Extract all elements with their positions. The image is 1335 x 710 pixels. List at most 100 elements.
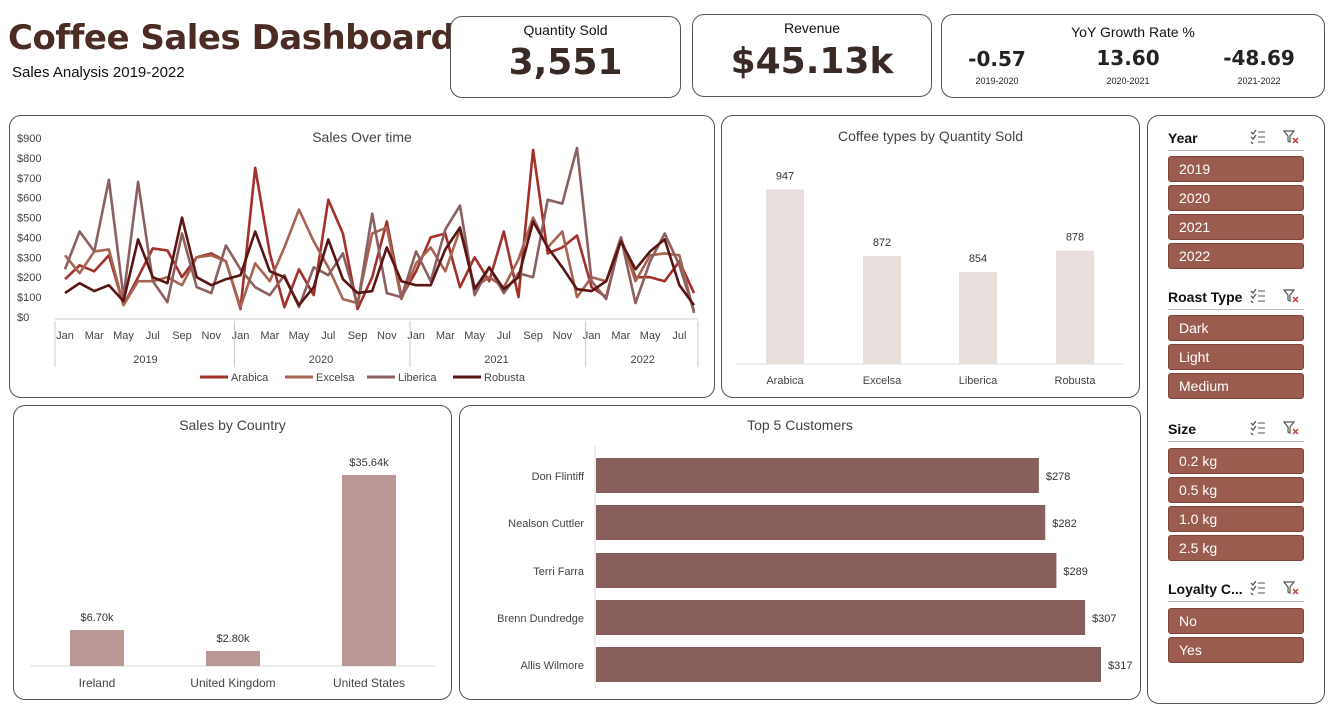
data-label: $282 [1052, 518, 1076, 530]
y-tick-label: $0 [17, 312, 29, 324]
slicer-size-0-5[interactable]: 0.5 kg [1168, 477, 1304, 503]
slicer-size-1-0[interactable]: 1.0 kg [1168, 506, 1304, 532]
kpi-revenue-card: Revenue $45.13k [692, 14, 932, 97]
data-label: $35.64k [349, 457, 389, 469]
slicer-year-2019[interactable]: 2019 [1168, 156, 1304, 182]
slicer-roast-light[interactable]: Light [1168, 344, 1304, 370]
kpi-revenue-value: $45.13k [730, 41, 894, 82]
x-tick-label: May [464, 330, 485, 342]
yoy-value-1: -0.57 [968, 47, 1026, 71]
slicer-year-2021[interactable]: 2021 [1168, 214, 1304, 240]
y-tick-label: $200 [17, 272, 41, 284]
data-label: 872 [873, 237, 891, 249]
y-tick-label: $700 [17, 173, 41, 185]
dashboard-title: Coffee Sales Dashboard [8, 18, 455, 58]
x-tick-label: Mar [260, 330, 279, 342]
year-label: 2020 [309, 354, 333, 366]
dashboard-subtitle: Sales Analysis 2019-2022 [12, 64, 185, 81]
multi-select-icon[interactable] [1250, 289, 1266, 303]
clear-filter-icon[interactable] [1283, 289, 1299, 303]
x-tick-label: May [289, 330, 310, 342]
x-tick-label: May [113, 330, 134, 342]
year-label: 2022 [631, 354, 655, 366]
bar-customer [596, 647, 1101, 682]
x-tick-label: Jul [146, 330, 160, 342]
yoy-value-3: -48.69 [1223, 46, 1295, 70]
y-tick-label: Nealson Cuttler [508, 518, 584, 530]
x-tick-label: Nov [201, 330, 221, 342]
slicer-loyalty-title: Loyalty C... [1168, 581, 1243, 597]
x-tick-label: Jul [497, 330, 511, 342]
slicer-divider [1168, 441, 1304, 442]
top-customers-chart: $278 Don Flintiff $282 Nealson Cuttler $289 T… [497, 446, 1132, 689]
bar-country [70, 630, 124, 666]
x-tick-label: Liberica [959, 375, 998, 387]
year-label: 2021 [484, 354, 508, 366]
kpi-revenue-label: Revenue [783, 20, 841, 36]
bar-robusta [1056, 250, 1094, 364]
x-tick-label: Excelsa [863, 375, 902, 387]
data-label: 947 [776, 171, 794, 183]
bar-customer [596, 458, 1039, 493]
x-tick-label: Arabica [766, 375, 804, 387]
x-tick-label: Mar [85, 330, 104, 342]
data-label: 854 [969, 253, 987, 265]
legend-label: Excelsa [316, 372, 355, 384]
y-tick-label: $300 [17, 252, 41, 264]
slicer-divider [1168, 601, 1304, 602]
year-label: 2019 [133, 354, 157, 366]
data-label: $317 [1108, 660, 1132, 672]
data-label: 878 [1066, 232, 1084, 244]
x-tick-label: Ireland [79, 676, 116, 690]
sales-by-country-chart: $6.70k Ireland $2.80k United Kingdom $35.64k… [30, 457, 436, 690]
x-tick-label: Jul [321, 330, 335, 342]
x-tick-label: United States [333, 676, 405, 690]
yoy-period-2: 2020-2021 [1106, 76, 1150, 86]
bar-country [342, 475, 396, 666]
sales-by-country-card: Sales by Country $6.70k Ireland $2.80k Unit… [13, 405, 452, 700]
x-tick-label: Sep [523, 330, 543, 342]
slicer-roast-dark[interactable]: Dark [1168, 315, 1304, 341]
data-label: $2.80k [216, 633, 250, 645]
clear-filter-icon[interactable] [1283, 421, 1299, 435]
slicer-year-2020[interactable]: 2020 [1168, 185, 1304, 211]
y-tick-label: $600 [17, 193, 41, 205]
slicer-size-0-2[interactable]: 0.2 kg [1168, 448, 1304, 474]
slicer-divider [1168, 309, 1304, 310]
multi-select-icon[interactable] [1250, 130, 1266, 144]
data-label: $6.70k [80, 612, 114, 624]
bar-customer [596, 600, 1086, 635]
slicer-loyalty-yes[interactable]: Yes [1168, 637, 1304, 663]
top-customers-card: Top 5 Customers $278 Don Flintiff $282 Neal… [459, 405, 1141, 700]
kpi-quantity-card: Quantity Sold 3,551 [450, 16, 681, 98]
multi-select-icon[interactable] [1250, 421, 1266, 435]
yoy-value-2: 13.60 [1096, 46, 1160, 70]
slicer-size-title: Size [1168, 421, 1197, 437]
slicer-panel: Year 2019 2020 2021 2022 Roast Type Dark… [1147, 115, 1325, 704]
x-tick-label: Sep [348, 330, 368, 342]
y-tick-label: $400 [17, 232, 41, 244]
y-tick-label: $800 [17, 153, 41, 165]
yoy-period-3: 2021-2022 [1237, 76, 1281, 86]
slicer-year-2022[interactable]: 2022 [1168, 243, 1304, 269]
slicer-loyalty-no[interactable]: No [1168, 608, 1304, 634]
multi-select-icon[interactable] [1250, 581, 1266, 595]
bar-customer [596, 553, 1057, 588]
x-tick-label: Nov [553, 330, 573, 342]
clear-filter-icon[interactable] [1283, 130, 1299, 144]
slicer-roast-medium[interactable]: Medium [1168, 373, 1304, 399]
y-tick-label: $100 [17, 292, 41, 304]
x-tick-label: Mar [611, 330, 630, 342]
slicer-size-2-5[interactable]: 2.5 kg [1168, 535, 1304, 561]
x-tick-label: Nov [377, 330, 397, 342]
bar-arabica [766, 189, 804, 364]
y-tick-label: Terri Farra [533, 566, 585, 578]
data-label: $289 [1063, 566, 1087, 578]
sales-over-time-card: Sales Over time $0 $100 $200 $300 $400 $500 $6… [9, 115, 715, 398]
clear-filter-icon[interactable] [1283, 581, 1299, 595]
bar-customer [596, 505, 1046, 540]
x-tick-label: Mar [436, 330, 455, 342]
kpi-yoy-label: YoY Growth Rate % [1071, 24, 1195, 40]
y-tick-label: Allis Wilmore [520, 660, 584, 672]
bar-country [206, 650, 260, 666]
